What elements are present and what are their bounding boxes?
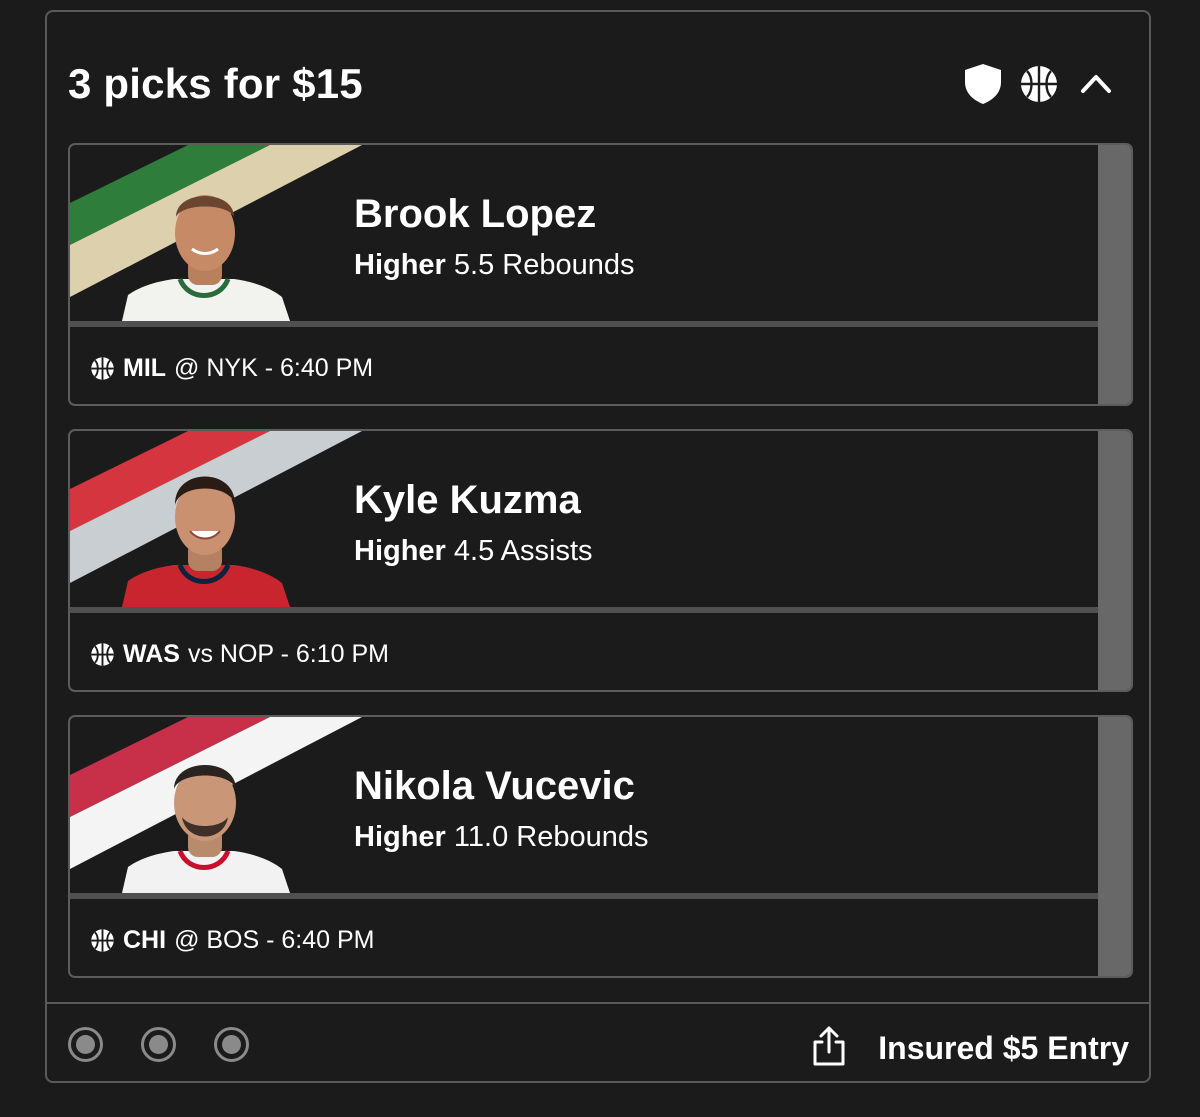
game-info: MIL @ NYK - 6:40 PM (90, 348, 373, 388)
basketball-icon (90, 642, 115, 667)
entry-header: 3 picks for $15 (47, 12, 1149, 144)
divider (70, 893, 1100, 899)
scrollbar[interactable] (1098, 717, 1131, 976)
player-headshot (70, 145, 362, 321)
entry-card: 3 picks for $15 Brook Lopez Higher 5.5 R… (45, 10, 1151, 1083)
player-name: Nikola Vucevic (354, 764, 635, 808)
team-abbrev: WAS (123, 640, 180, 668)
team-abbrev: MIL (123, 354, 167, 382)
player-headshot (70, 431, 362, 607)
game-info: CHI @ BOS - 6:40 PM (90, 920, 375, 960)
pick-indicator-dot[interactable] (68, 1027, 103, 1062)
pick-stat-line: 5.5 Rebounds (453, 249, 635, 281)
scrollbar[interactable] (1098, 431, 1131, 690)
entry-title: 3 picks for $15 (68, 60, 363, 107)
pick-projection: Higher 11.0 Rebounds (354, 817, 648, 857)
pick-indicator-dots (68, 1027, 287, 1062)
divider (70, 321, 1100, 327)
player-name: Brook Lopez (354, 192, 597, 236)
game-info: WAS vs NOP - 6:10 PM (90, 634, 389, 674)
player-name: Kyle Kuzma (354, 478, 581, 522)
share-icon[interactable] (811, 1026, 847, 1066)
pick-projection: Higher 5.5 Rebounds (354, 245, 635, 285)
pick-stat-line: 11.0 Rebounds (453, 821, 649, 853)
pick-direction: Higher (354, 249, 446, 281)
basketball-icon (90, 356, 115, 381)
pick-card[interactable]: Kyle Kuzma Higher 4.5 Assists WAS vs NOP… (68, 429, 1133, 692)
divider (70, 607, 1100, 613)
matchup-time: vs NOP - 6:10 PM (187, 640, 389, 668)
basketball-icon[interactable] (1019, 64, 1059, 104)
player-headshot (70, 717, 362, 893)
matchup-time: @ NYK - 6:40 PM (174, 354, 374, 382)
pick-card[interactable]: Nikola Vucevic Higher 11.0 Rebounds CHI (68, 715, 1133, 978)
shield-icon[interactable] (961, 62, 1005, 106)
chevron-up-icon[interactable] (1077, 65, 1115, 103)
pick-indicator-dot[interactable] (214, 1027, 249, 1062)
pick-stat-line: 4.5 Assists (453, 535, 593, 567)
entry-type-label: Insured $5 Entry (878, 1030, 1129, 1066)
entry-footer: Insured $5 Entry (47, 1002, 1149, 1083)
pick-indicator-dot[interactable] (141, 1027, 176, 1062)
header-icons (961, 62, 1115, 106)
basketball-icon (90, 928, 115, 953)
scrollbar[interactable] (1098, 145, 1131, 404)
pick-direction: Higher (354, 535, 446, 567)
team-abbrev: CHI (123, 926, 167, 954)
pick-card[interactable]: Brook Lopez Higher 5.5 Rebounds MIL @ NY… (68, 143, 1133, 406)
pick-direction: Higher (354, 821, 446, 853)
pick-projection: Higher 4.5 Assists (354, 531, 593, 571)
matchup-time: @ BOS - 6:40 PM (174, 926, 375, 954)
